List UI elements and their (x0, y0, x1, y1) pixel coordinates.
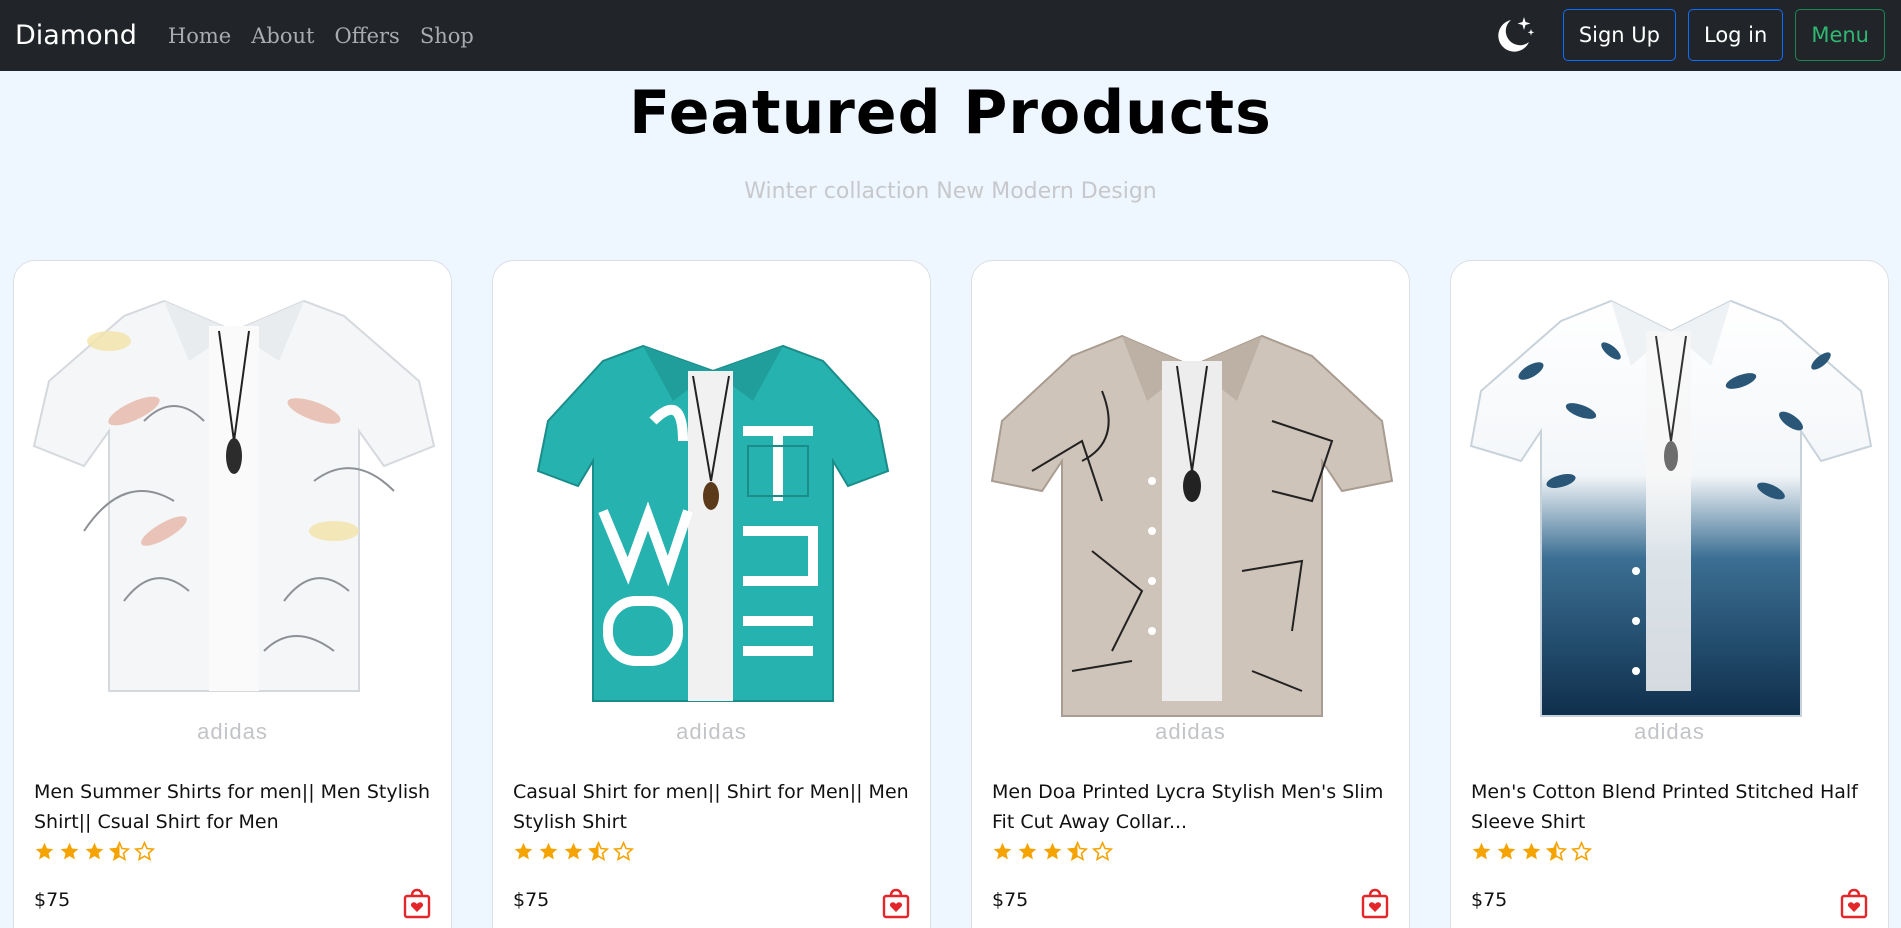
signup-button[interactable]: Sign Up (1562, 9, 1676, 61)
shopping-bag-heart-icon[interactable] (1361, 887, 1389, 919)
star-filled-icon (514, 842, 533, 860)
shopping-bag-heart-icon[interactable] (1840, 887, 1868, 919)
star-filled-icon (564, 842, 583, 860)
nav-link-shop[interactable]: Shop (420, 24, 474, 48)
product-price: $75 (513, 889, 550, 911)
product-card[interactable]: adidas Men Doa Printed Lycra Stylish Men… (971, 260, 1410, 928)
star-filled-icon (85, 842, 104, 860)
product-price: $75 (992, 889, 1029, 911)
nav-links: Home About Offers Shop (168, 24, 474, 48)
star-filled-icon (35, 842, 54, 860)
star-filled-icon (60, 842, 79, 860)
rating-stars (513, 841, 634, 862)
product-brand: adidas (676, 719, 747, 744)
page-title: Featured Products (629, 78, 1272, 148)
product-card[interactable]: adidas Men Summer Shirts for men|| Men S… (13, 260, 452, 928)
page-subtitle: Winter collaction New Modern Design (744, 179, 1157, 204)
star-half-icon (1546, 841, 1567, 861)
product-name[interactable]: Men's Cotton Blend Printed Stitched Half… (1471, 777, 1871, 837)
star-half-icon (1067, 841, 1088, 861)
nav-link-home[interactable]: Home (168, 24, 231, 48)
star-filled-icon (1472, 842, 1491, 860)
star-empty-icon (613, 841, 634, 861)
product-image[interactable] (14, 271, 452, 721)
product-brand: adidas (1634, 719, 1705, 744)
product-price: $75 (1471, 889, 1508, 911)
product-card[interactable]: adidas Men's Cotton Blend Printed Stitch… (1450, 260, 1889, 928)
product-image[interactable] (972, 271, 1410, 721)
rating-stars (1471, 841, 1592, 862)
star-filled-icon (1018, 842, 1037, 860)
rating-stars (992, 841, 1113, 862)
shopping-bag-heart-icon[interactable] (403, 887, 431, 919)
product-card[interactable]: adidas Casual Shirt for men|| Shirt for … (492, 260, 931, 928)
rating-stars (34, 841, 155, 862)
product-image[interactable] (493, 271, 931, 721)
star-half-icon (588, 841, 609, 861)
product-brand: adidas (197, 719, 268, 744)
star-filled-icon (1043, 842, 1062, 860)
login-button[interactable]: Log in (1688, 9, 1784, 61)
star-empty-icon (1092, 841, 1113, 861)
product-price: $75 (34, 889, 71, 911)
star-empty-icon (1571, 841, 1592, 861)
star-empty-icon (134, 841, 155, 861)
star-filled-icon (1522, 842, 1541, 860)
product-name[interactable]: Men Summer Shirts for men|| Men Stylish … (34, 777, 434, 837)
nav-actions: Sign Up Log in Menu (1491, 9, 1885, 61)
brand-logo[interactable]: Diamond (15, 20, 137, 51)
nav-link-offers[interactable]: Offers (334, 24, 399, 48)
shopping-bag-heart-icon[interactable] (882, 887, 910, 919)
star-half-icon (109, 841, 130, 861)
star-filled-icon (1497, 842, 1516, 860)
star-filled-icon (539, 842, 558, 860)
product-name[interactable]: Men Doa Printed Lycra Stylish Men's Slim… (992, 777, 1392, 837)
product-name[interactable]: Casual Shirt for men|| Shirt for Men|| M… (513, 777, 913, 837)
menu-button[interactable]: Menu (1795, 9, 1885, 61)
star-filled-icon (993, 842, 1012, 860)
nav-link-about[interactable]: About (251, 24, 314, 48)
product-image[interactable] (1451, 271, 1889, 721)
product-brand: adidas (1155, 719, 1226, 744)
moon-stars-icon[interactable] (1491, 12, 1537, 58)
navbar: Diamond Home About Offers Shop Sign Up L… (0, 0, 1901, 71)
